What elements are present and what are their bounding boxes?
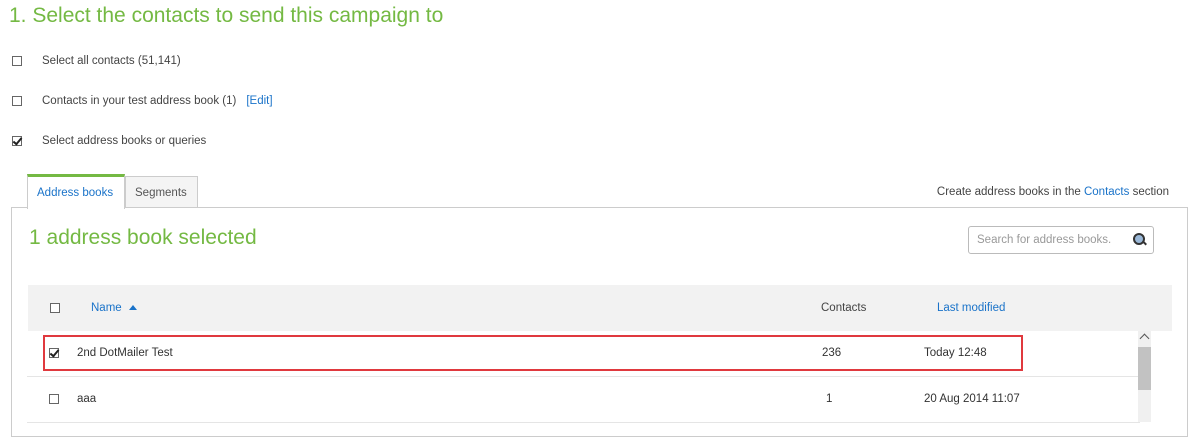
column-header-contacts: Contacts [821,302,867,314]
tab-segments[interactable]: Segments [125,176,198,208]
test-address-book-label: Contacts in your test address book (1) [42,95,237,107]
row-last-modified: 20 Aug 2014 11:07 [924,393,1020,405]
row-checkbox[interactable] [49,394,59,404]
search-placeholder: Search for address books. [977,234,1112,246]
address-books-or-queries-option[interactable]: Select address books or queries [12,133,206,149]
selected-count-heading: 1 address book selected [29,226,257,249]
create-note-suffix: section [1132,186,1169,198]
sort-ascending-icon [128,305,137,311]
scroll-up-icon[interactable] [1139,333,1150,344]
search-icon[interactable] [1133,233,1147,247]
selected-row-highlight [43,335,1023,371]
search-address-books-input[interactable]: Search for address books. [968,226,1154,254]
column-header-last-modified[interactable]: Last modified [937,302,1005,314]
test-address-book-checkbox[interactable] [12,96,22,106]
create-address-books-note: Create address books in the Contacts sec… [937,186,1169,198]
column-header-name[interactable]: Name [91,302,137,314]
address-books-or-queries-label: Select address books or queries [42,135,207,147]
select-all-contacts-label: Select all contacts (51,141) [42,55,181,67]
name-header-label: Name [91,302,122,314]
table-scrollbar[interactable] [1138,331,1151,422]
select-all-contacts-checkbox[interactable] [12,56,22,66]
scrollbar-thumb[interactable] [1138,347,1151,390]
create-note-prefix: Create address books in the [936,186,1081,198]
contacts-section-link[interactable]: Contacts [1084,186,1129,198]
select-all-rows-checkbox[interactable] [50,303,60,313]
test-address-book-option[interactable]: Contacts in your test address book (1) [… [12,93,273,109]
tab-address-books[interactable]: Address books [27,174,125,209]
row-contacts: 1 [826,393,833,405]
row-name: aaa [77,393,97,405]
select-all-contacts-option[interactable]: Select all contacts (51,141) [12,53,181,69]
table-header: Name Contacts Last modified [28,285,1172,331]
table-row[interactable]: aaa 1 20 Aug 2014 11:07 [27,377,1140,423]
page-title: 1. Select the contacts to send this camp… [9,4,444,27]
edit-test-book-link[interactable]: [Edit] [246,95,272,107]
address-books-or-queries-checkbox[interactable] [12,136,22,146]
